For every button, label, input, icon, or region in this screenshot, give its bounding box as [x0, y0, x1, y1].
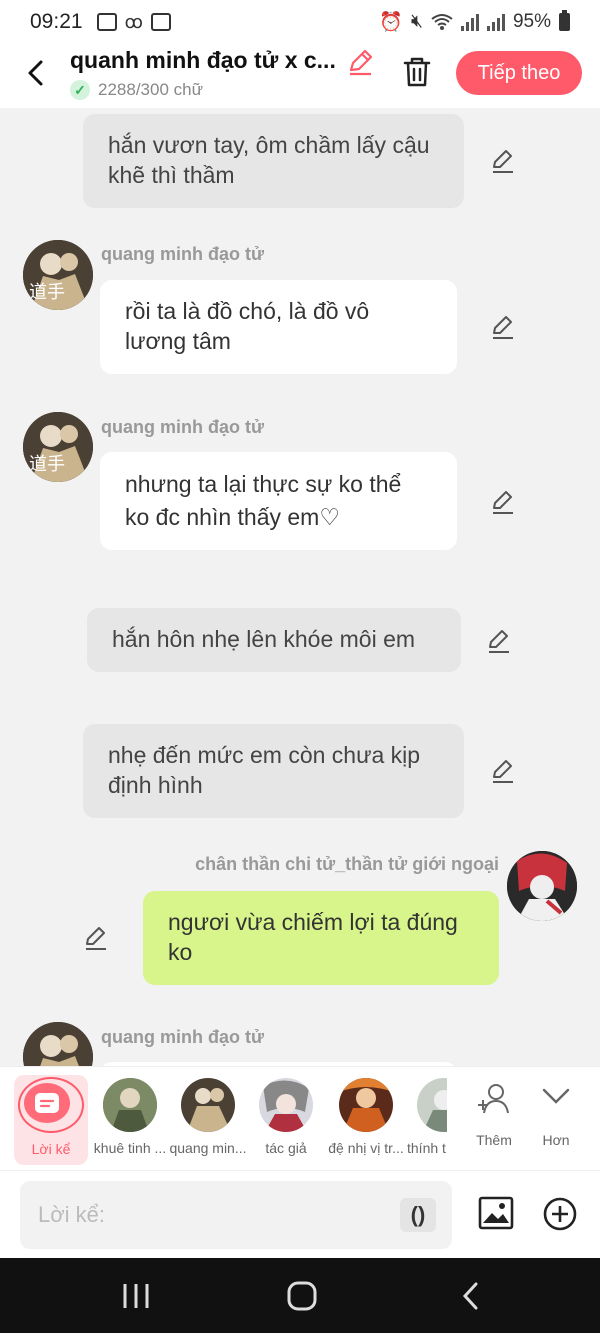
- back-nav-icon[interactable]: [456, 1280, 488, 1312]
- more-label: Hơn: [542, 1132, 570, 1148]
- check-icon: ✓: [70, 80, 90, 100]
- input-placeholder: Lời kể:: [38, 1202, 106, 1227]
- more-button[interactable]: Hơn: [530, 1067, 582, 1171]
- input-row: Lời kể: (): [0, 1170, 600, 1258]
- system-nav-bar: [0, 1258, 600, 1333]
- story-title: quanh minh đạo tử x c...: [70, 47, 336, 73]
- svg-text:道手: 道手: [29, 454, 65, 475]
- mute-icon: 🔇︎: [410, 11, 423, 32]
- character-name: quang minh đạo tử: [101, 244, 265, 264]
- character-avatar: [103, 1078, 157, 1132]
- character-name: quang minh đạo tử: [101, 417, 265, 437]
- edit-message-icon[interactable]: [486, 628, 512, 654]
- self-name: chân thần chi tử_thần tử giới ngoại: [195, 854, 499, 874]
- avatar[interactable]: 道手: [23, 240, 93, 310]
- status-time: 09:21: [30, 10, 83, 33]
- character-bubble[interactable]: rồi ta là đồ chó, là đồ vô lương tâm: [100, 280, 457, 374]
- narration-input[interactable]: Lời kể: (): [20, 1181, 452, 1249]
- narration-bubble[interactable]: hắn hôn nhẹ lên khóe môi em: [87, 608, 461, 672]
- svg-text:道手: 道手: [29, 282, 65, 303]
- battery-percent: 95%: [512, 11, 551, 32]
- edit-message-icon[interactable]: [490, 489, 516, 515]
- avatar[interactable]: [507, 851, 577, 921]
- message-text: rồi ta là đồ chó, là đồ vô lương tâm: [125, 298, 370, 354]
- character-name: quang minh đạo tử: [101, 1027, 265, 1047]
- chat-area[interactable]: hắn vươn tay, ôm chầm lấy cậu khẽ thì th…: [0, 108, 600, 1066]
- message-text: hắn vươn tay, ôm chầm lấy cậu khẽ thì th…: [108, 132, 430, 188]
- character-label: quang min...: [169, 1140, 247, 1156]
- avatar[interactable]: [23, 1022, 93, 1066]
- edit-message-icon[interactable]: [83, 925, 109, 951]
- header: quanh minh đạo tử x c... ✓ 2288/300 chữ …: [0, 44, 600, 108]
- character-chip[interactable]: thính t: [405, 1067, 447, 1171]
- edit-title-icon[interactable]: [346, 48, 374, 76]
- next-button[interactable]: Tiếp theo: [456, 51, 582, 95]
- app-notification-icon: ꝏ: [124, 11, 143, 32]
- trash-icon[interactable]: [402, 56, 432, 88]
- message-text: nhẹ đến mức em còn chưa kịp định hình: [108, 742, 421, 798]
- video-notification-icon: [150, 13, 171, 31]
- edit-message-icon[interactable]: [490, 758, 516, 784]
- character-chip[interactable]: tác giả: [246, 1067, 326, 1171]
- back-icon[interactable]: [22, 58, 52, 88]
- edit-message-icon[interactable]: [490, 314, 516, 340]
- add-character-button[interactable]: Thêm: [466, 1067, 522, 1171]
- character-chip[interactable]: khuê tinh ...: [90, 1067, 170, 1171]
- image-icon[interactable]: [478, 1195, 514, 1231]
- word-counter: ✓ 2288/300 chữ: [70, 80, 203, 100]
- character-label: tác giả: [265, 1140, 307, 1156]
- message-text: nhưng ta lại thực sự ko thể ko đc nhìn t…: [125, 471, 402, 530]
- message-text: ngươi vừa chiếm lợi ta đúng ko: [168, 909, 458, 965]
- gallery-notification-icon: [96, 13, 117, 31]
- message-text: hắn hôn nhẹ lên khóe môi em: [112, 626, 416, 652]
- character-avatar: [339, 1078, 393, 1132]
- character-chip[interactable]: đệ nhị vị tr...: [324, 1067, 408, 1171]
- edit-message-icon[interactable]: [490, 148, 516, 174]
- add-icon[interactable]: [543, 1197, 577, 1231]
- battery-icon: [559, 10, 570, 31]
- add-label: Thêm: [476, 1132, 512, 1148]
- character-avatar: [181, 1078, 235, 1132]
- character-bar: Lời kể khuê tinh ... quang min... tác gi…: [0, 1066, 600, 1170]
- home-icon[interactable]: [286, 1280, 318, 1312]
- signal-icon: [460, 13, 479, 31]
- status-bar: 09:21 ꝏ ⏰ 🔇︎ 95%: [0, 0, 600, 44]
- self-bubble[interactable]: ngươi vừa chiếm lợi ta đúng ko: [143, 891, 499, 985]
- character-label: khuê tinh ...: [93, 1140, 167, 1156]
- character-avatar: [417, 1078, 447, 1132]
- alarm-icon: ⏰: [379, 12, 403, 33]
- avatar[interactable]: 道手: [23, 412, 93, 482]
- character-label: thính t: [407, 1140, 446, 1156]
- recent-apps-icon[interactable]: [120, 1280, 152, 1312]
- character-avatar: [259, 1078, 313, 1132]
- word-count-text: 2288/300 chữ: [98, 80, 203, 99]
- narrator-label: Lời kể: [31, 1141, 71, 1157]
- signal-2-icon: [486, 13, 505, 31]
- add-person-icon: [478, 1084, 509, 1114]
- character-chip[interactable]: quang min...: [168, 1067, 248, 1171]
- wifi-icon: [431, 14, 453, 30]
- character-bubble[interactable]: nhưng ta lại thực sự ko thể ko đc nhìn t…: [100, 452, 457, 550]
- narration-bubble[interactable]: nhẹ đến mức em còn chưa kịp định hình: [83, 724, 464, 818]
- chevron-down-icon: [542, 1088, 570, 1104]
- narrator-selector[interactable]: Lời kể: [14, 1075, 88, 1165]
- narration-bubble[interactable]: hắn vươn tay, ôm chầm lấy cậu khẽ thì th…: [83, 114, 464, 208]
- character-label: đệ nhị vị tr...: [328, 1140, 404, 1156]
- paren-button[interactable]: (): [400, 1198, 436, 1232]
- narration-icon: [24, 1083, 70, 1123]
